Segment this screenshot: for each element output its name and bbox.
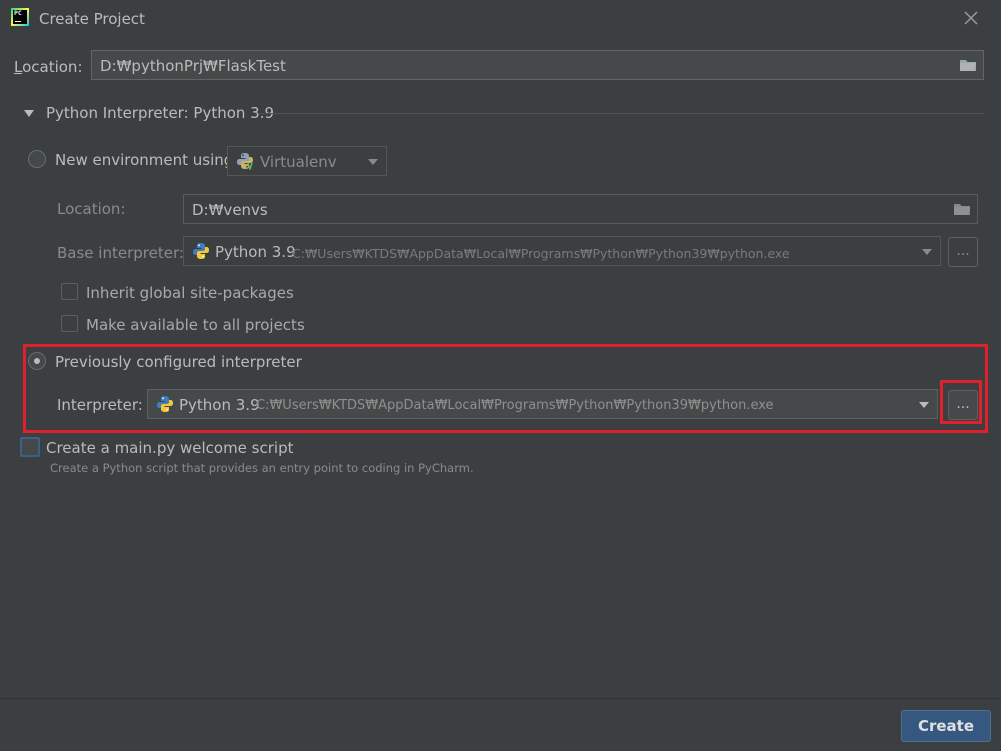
base-interpreter-browse-button[interactable]: ...: [948, 237, 978, 267]
interpreter-section-header[interactable]: Python Interpreter: Python 3.9: [46, 104, 274, 122]
base-interpreter-name: Python 3.9: [215, 243, 296, 261]
python-icon: [236, 152, 254, 172]
folder-icon[interactable]: [959, 57, 977, 73]
inherit-packages-checkbox[interactable]: [61, 283, 78, 300]
env-location-value: D:₩venvs: [192, 201, 268, 219]
welcome-script-label[interactable]: Create a main.py welcome script: [46, 439, 293, 457]
title-bar: PC Create Project: [0, 0, 1001, 38]
make-available-label[interactable]: Make available to all projects: [86, 316, 305, 334]
new-environment-label[interactable]: New environment using: [55, 151, 233, 169]
footer-divider: [0, 698, 1001, 699]
interpreter-dropdown[interactable]: Python 3.9 C:₩Users₩KTDS₩AppData₩Local₩P…: [147, 389, 938, 419]
make-available-checkbox[interactable]: [61, 315, 78, 332]
interpreter-name: Python 3.9: [179, 396, 260, 414]
welcome-script-description: Create a Python script that provides an …: [50, 461, 474, 475]
collapse-triangle-icon[interactable]: [24, 110, 34, 117]
location-value: D:₩pythonPrj₩FlaskTest: [100, 57, 286, 75]
base-interpreter-label: Base interpreter:: [57, 244, 184, 262]
environment-tool-dropdown[interactable]: Virtualenv: [227, 146, 387, 176]
python-icon: [156, 395, 174, 413]
environment-tool-value: Virtualenv: [260, 153, 337, 171]
close-icon[interactable]: [961, 8, 981, 28]
env-location-label: Location:: [57, 200, 126, 218]
chevron-down-icon: [368, 159, 378, 165]
location-label: Location:: [14, 58, 83, 76]
previous-interpreter-label[interactable]: Previously configured interpreter: [55, 353, 302, 371]
pycharm-logo-icon: PC: [11, 8, 29, 26]
chevron-down-icon: [922, 249, 932, 255]
location-field[interactable]: D:₩pythonPrj₩FlaskTest: [91, 50, 984, 80]
create-button[interactable]: Create: [901, 710, 991, 742]
interpreter-path: C:₩Users₩KTDS₩AppData₩Local₩Programs₩Pyt…: [256, 398, 774, 413]
env-location-field[interactable]: D:₩venvs: [183, 194, 978, 224]
chevron-down-icon: [919, 402, 929, 408]
base-interpreter-dropdown[interactable]: Python 3.9 C:₩Users₩KTDS₩AppData₩Local₩P…: [183, 236, 941, 266]
previous-interpreter-radio[interactable]: [28, 352, 46, 370]
inherit-packages-label[interactable]: Inherit global site-packages: [86, 284, 294, 302]
folder-icon[interactable]: [953, 201, 971, 217]
python-icon: [192, 242, 210, 260]
base-interpreter-path: C:₩Users₩KTDS₩AppData₩Local₩Programs₩Pyt…: [292, 246, 790, 261]
interpreter-browse-button[interactable]: ...: [948, 390, 978, 420]
section-divider: [258, 113, 984, 114]
welcome-script-checkbox[interactable]: [20, 437, 40, 457]
new-environment-radio[interactable]: [28, 150, 46, 168]
interpreter-label: Interpreter:: [57, 396, 143, 414]
window-title: Create Project: [39, 10, 145, 28]
